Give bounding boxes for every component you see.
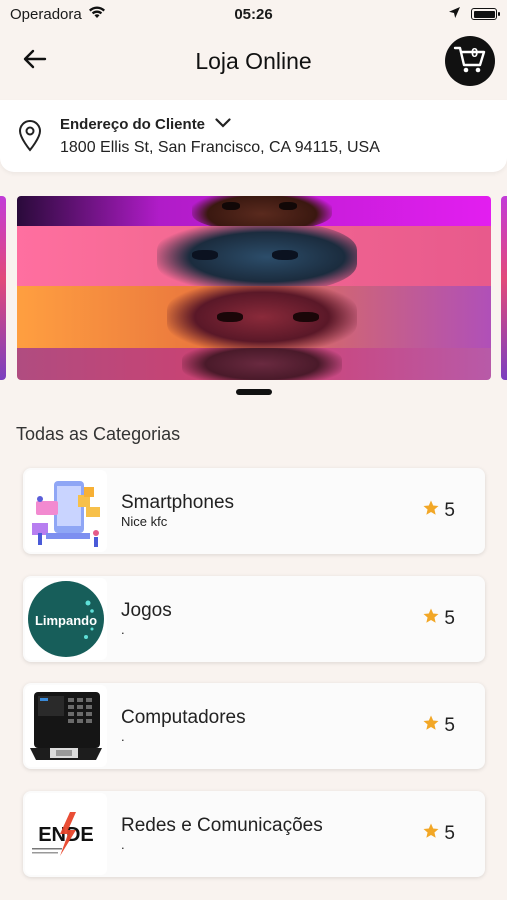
category-info: Jogos . xyxy=(121,600,422,638)
category-info: Redes e Comunicações . xyxy=(121,815,422,853)
category-card-jogos[interactable]: Limpando Jogos . 5 xyxy=(23,576,485,662)
category-card-computadores[interactable]: Computadores . 5 xyxy=(23,683,485,769)
banner-slide-previous[interactable] xyxy=(0,196,6,380)
category-rating: 5 xyxy=(422,822,455,846)
status-left: Operadora xyxy=(10,5,106,23)
carousel-indicator[interactable] xyxy=(236,389,272,395)
banner-slide-next[interactable] xyxy=(501,196,507,380)
shopping-cart-icon xyxy=(453,44,487,79)
rating-value: 5 xyxy=(444,715,455,736)
category-name: Redes e Comunicações xyxy=(121,815,323,836)
cart-button[interactable]: 0 xyxy=(445,36,495,86)
category-rating: 5 xyxy=(422,499,455,523)
banner-slide[interactable] xyxy=(17,196,491,380)
page-title: Loja Online xyxy=(195,47,312,74)
category-rating: 5 xyxy=(422,607,455,631)
status-bar: Operadora 05:26 xyxy=(0,0,507,28)
star-icon xyxy=(422,822,440,846)
category-subtitle: Nice kfc xyxy=(121,514,168,529)
star-icon xyxy=(422,607,440,631)
battery-icon xyxy=(471,8,500,20)
category-subtitle: . xyxy=(121,729,125,744)
rating-value: 5 xyxy=(444,608,455,629)
banner-stripe xyxy=(17,286,491,348)
category-card-redes-comunicacoes[interactable]: ENDE Redes e Comunicações . 5 xyxy=(23,791,485,877)
category-name: Jogos xyxy=(121,600,172,621)
status-right xyxy=(448,6,500,23)
category-name: Computadores xyxy=(121,707,246,728)
rating-value: 5 xyxy=(444,823,455,844)
time-clock-device-icon xyxy=(25,685,107,767)
star-icon xyxy=(422,499,440,523)
star-icon xyxy=(422,714,440,738)
address-value: 1800 Ellis St, San Francisco, CA 94115, … xyxy=(60,139,380,156)
banner-stripe xyxy=(17,226,491,286)
address-text: Endereço do Cliente 1800 Ellis St, San F… xyxy=(60,115,380,157)
category-info: Smartphones Nice kfc xyxy=(121,492,422,530)
location-arrow-icon xyxy=(448,6,461,23)
rating-value: 5 xyxy=(444,500,455,521)
back-button[interactable] xyxy=(18,46,52,76)
ende-logo-icon: ENDE xyxy=(25,793,107,875)
address-label: Endereço do Cliente xyxy=(60,115,206,133)
map-pin-icon xyxy=(18,119,44,153)
banner-carousel[interactable] xyxy=(0,196,507,381)
cart-count-badge: 0 xyxy=(471,45,479,60)
address-label-row[interactable]: Endereço do Cliente xyxy=(60,115,380,133)
smartphone-illustration-icon xyxy=(25,470,107,552)
chevron-down-icon xyxy=(215,115,231,133)
app-header: Loja Online 0 xyxy=(0,30,507,92)
limpando-logo-text: Limpando xyxy=(35,613,97,628)
limpando-logo-icon: Limpando xyxy=(25,578,107,660)
banner-stripe xyxy=(17,348,491,380)
category-rating: 5 xyxy=(422,714,455,738)
address-card[interactable]: Endereço do Cliente 1800 Ellis St, San F… xyxy=(0,100,507,172)
wifi-icon xyxy=(88,5,106,23)
arrow-left-icon xyxy=(23,49,47,74)
section-title: Todas as Categorias xyxy=(16,424,181,444)
banner-stripe xyxy=(17,196,491,226)
category-card-smartphones[interactable]: Smartphones Nice kfc 5 xyxy=(23,468,485,554)
category-subtitle: . xyxy=(121,837,125,852)
category-info: Computadores . xyxy=(121,707,422,745)
category-subtitle: . xyxy=(121,622,125,637)
category-name: Smartphones xyxy=(121,492,235,513)
carrier-label: Operadora xyxy=(10,5,82,23)
